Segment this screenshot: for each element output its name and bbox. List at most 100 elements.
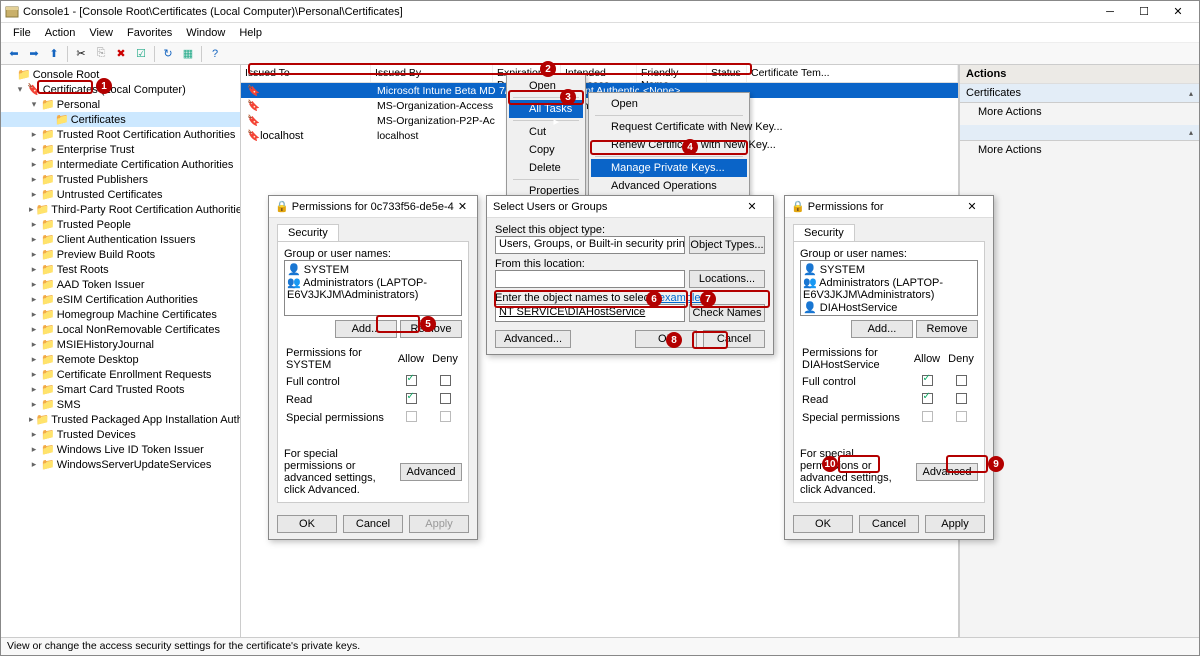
tree-node[interactable]: ▸📁Trusted People	[1, 217, 240, 232]
actions-more1[interactable]: More Actions	[960, 103, 1199, 121]
minimize-button[interactable]: ─	[1093, 2, 1127, 22]
close-icon[interactable]: ✕	[957, 200, 987, 213]
check-names-button[interactable]: Check Names	[689, 304, 765, 322]
menu-favorites[interactable]: Favorites	[121, 26, 178, 40]
remove-button[interactable]: Remove	[916, 320, 978, 338]
back-icon[interactable]: ⬅	[5, 45, 23, 63]
nav-tree[interactable]: 📁Console Root ▾🔖Certificates (Local Comp…	[1, 65, 241, 637]
tree-node[interactable]: ▸📁Trusted Devices	[1, 427, 240, 442]
maximize-button[interactable]: ☐	[1127, 2, 1161, 22]
tree-node[interactable]: ▸📁eSIM Certification Authorities	[1, 292, 240, 307]
users-list[interactable]: 👤 SYSTEM 👥 Administrators (LAPTOP-E6V3JK…	[284, 260, 462, 316]
tree-node[interactable]: ▸📁Certificate Enrollment Requests	[1, 367, 240, 382]
object-types-button[interactable]: Object Types...	[689, 236, 765, 254]
ok-button[interactable]: OK	[793, 515, 853, 533]
remove-button[interactable]: Remove	[400, 320, 462, 338]
close-icon[interactable]: ✕	[454, 200, 471, 213]
tree-cert-root[interactable]: Certificates (Local Computer)	[43, 84, 186, 96]
allow-full-checkbox[interactable]	[406, 375, 417, 386]
tree-node[interactable]: ▸📁MSIEHistoryJournal	[1, 337, 240, 352]
allow-read-checkbox[interactable]	[922, 393, 933, 404]
cancel-button[interactable]: Cancel	[343, 515, 403, 533]
sub-open[interactable]: Open	[591, 95, 747, 113]
deny-read-checkbox[interactable]	[440, 393, 451, 404]
apply-button[interactable]: Apply	[925, 515, 985, 533]
ctx-open[interactable]: Open	[509, 77, 583, 95]
ctx-delete[interactable]: Delete	[509, 159, 583, 177]
copy-icon[interactable]: ⎘	[92, 45, 110, 63]
tree-node[interactable]: ▸📁Local NonRemovable Certificates	[1, 322, 240, 337]
advanced-button[interactable]: Advanced	[916, 463, 978, 481]
cancel-button[interactable]: Cancel	[859, 515, 919, 533]
col-friendly[interactable]: Friendly Name	[637, 65, 707, 82]
tree-certificates[interactable]: Certificates	[71, 114, 126, 126]
examples-link[interactable]: (examples)	[655, 292, 709, 304]
menu-action[interactable]: Action	[39, 26, 82, 40]
allow-special-checkbox[interactable]	[406, 411, 417, 422]
close-button[interactable]: ✕	[1161, 2, 1195, 22]
ctx-copy[interactable]: Copy	[509, 141, 583, 159]
col-status[interactable]: Status	[707, 65, 747, 82]
deny-special-checkbox[interactable]	[956, 411, 967, 422]
forward-icon[interactable]: ➡	[25, 45, 43, 63]
tree-node[interactable]: ▸📁Client Authentication Issuers	[1, 232, 240, 247]
tree-node[interactable]: ▸📁Trusted Publishers	[1, 172, 240, 187]
tree-node[interactable]: ▸📁Trusted Packaged App Installation Auth…	[1, 412, 240, 427]
users-list[interactable]: 👤 SYSTEM 👥 Administrators (LAPTOP-E6V3JK…	[800, 260, 978, 316]
ctx-cut[interactable]: Cut	[509, 123, 583, 141]
sub-manage-private-keys[interactable]: Manage Private Keys...	[591, 159, 747, 177]
close-icon[interactable]: ✕	[737, 200, 767, 213]
tree-node[interactable]: ▸📁Preview Build Roots	[1, 247, 240, 262]
cut-icon[interactable]: ✂	[72, 45, 90, 63]
tree-node[interactable]: ▸📁Intermediate Certification Authorities	[1, 157, 240, 172]
tree-node[interactable]: ▸📁Remote Desktop	[1, 352, 240, 367]
menu-window[interactable]: Window	[180, 26, 231, 40]
refresh-icon[interactable]: ↻	[159, 45, 177, 63]
add-button[interactable]: Add...	[335, 320, 397, 338]
cancel-button[interactable]: Cancel	[703, 330, 765, 348]
tree-node[interactable]: ▸📁Untrusted Certificates	[1, 187, 240, 202]
object-names-input[interactable]: NT SERVICE\DIAHostService	[495, 304, 685, 322]
allow-full-checkbox[interactable]	[922, 375, 933, 386]
actions-selected[interactable]: ▴	[960, 125, 1199, 141]
col-issued-to[interactable]: Issued To	[241, 65, 371, 82]
advanced-button[interactable]: Advanced...	[495, 330, 571, 348]
sub-advanced[interactable]: Advanced Operations▸	[591, 177, 747, 195]
col-template[interactable]: Certificate Tem...	[747, 65, 958, 82]
allow-read-checkbox[interactable]	[406, 393, 417, 404]
apply-button[interactable]: Apply	[409, 515, 469, 533]
menu-view[interactable]: View	[83, 26, 119, 40]
actions-cert[interactable]: Certificates▴	[960, 84, 1199, 103]
tree-node[interactable]: ▸📁Smart Card Trusted Roots	[1, 382, 240, 397]
tab-security[interactable]: Security	[793, 224, 855, 241]
tree-node[interactable]: ▸📁Test Roots	[1, 262, 240, 277]
menu-file[interactable]: File	[7, 26, 37, 40]
tree-personal[interactable]: Personal	[57, 99, 100, 111]
tree-node[interactable]: ▸📁Trusted Root Certification Authorities	[1, 127, 240, 142]
deny-special-checkbox[interactable]	[440, 411, 451, 422]
tree-node[interactable]: ▸📁WindowsServerUpdateServices	[1, 457, 240, 472]
tree-node[interactable]: ▸📁Homegroup Machine Certificates	[1, 307, 240, 322]
tree-node[interactable]: ▸📁Windows Live ID Token Issuer	[1, 442, 240, 457]
sub-request[interactable]: Request Certificate with New Key...	[591, 118, 747, 136]
help-icon[interactable]: ?	[206, 45, 224, 63]
tab-security[interactable]: Security	[277, 224, 339, 241]
export-icon[interactable]: ▦	[179, 45, 197, 63]
delete-icon[interactable]: ✖	[112, 45, 130, 63]
col-issued-by[interactable]: Issued By	[371, 65, 493, 82]
sub-renew[interactable]: Renew Certificate with New Key...	[591, 136, 747, 154]
locations-button[interactable]: Locations...	[689, 270, 765, 288]
actions-more2[interactable]: More Actions	[960, 141, 1199, 159]
add-button[interactable]: Add...	[851, 320, 913, 338]
deny-read-checkbox[interactable]	[956, 393, 967, 404]
properties-icon[interactable]: ☑	[132, 45, 150, 63]
menu-help[interactable]: Help	[233, 26, 268, 40]
advanced-button[interactable]: Advanced	[400, 463, 462, 481]
tree-console-root[interactable]: Console Root	[33, 69, 100, 81]
tree-node[interactable]: ▸📁AAD Token Issuer	[1, 277, 240, 292]
tree-node[interactable]: ▸📁Enterprise Trust	[1, 142, 240, 157]
deny-full-checkbox[interactable]	[956, 375, 967, 386]
ok-button[interactable]: OK	[635, 330, 697, 348]
tree-node[interactable]: ▸📁SMS	[1, 397, 240, 412]
up-icon[interactable]: ⬆	[45, 45, 63, 63]
